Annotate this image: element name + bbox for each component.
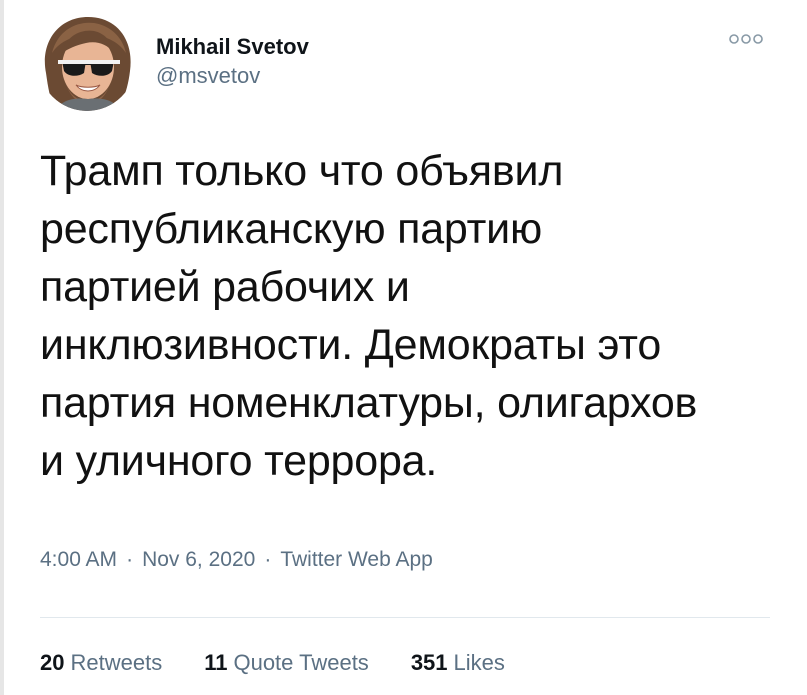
tweet-date[interactable]: Nov 6, 2020 bbox=[142, 548, 255, 572]
more-options-button[interactable] bbox=[726, 28, 766, 50]
tweet-meta: 4:00 AM · Nov 6, 2020 · Twitter Web App bbox=[40, 548, 433, 572]
likes-label: Likes bbox=[453, 650, 505, 675]
tweet-source[interactable]: Twitter Web App bbox=[280, 548, 433, 572]
avatar[interactable] bbox=[38, 13, 136, 111]
tweet-time[interactable]: 4:00 AM bbox=[40, 548, 117, 572]
tweet-text: Трамп только что объявил республиканскую… bbox=[40, 147, 698, 485]
retweets-count: 20 bbox=[40, 650, 65, 675]
author-display-name[interactable]: Mikhail Svetov bbox=[156, 33, 309, 61]
tweet-stats: 20 Retweets 11 Quote Tweets 351 Likes bbox=[40, 650, 547, 676]
quote-tweets-label: Quote Tweets bbox=[233, 650, 369, 675]
quote-tweets-count: 11 bbox=[204, 650, 228, 675]
retweets-label: Retweets bbox=[70, 650, 163, 675]
author-names: Mikhail Svetov @msvetov bbox=[156, 33, 309, 91]
retweets-stat[interactable]: 20 Retweets bbox=[40, 650, 162, 676]
tweet-author: Mikhail Svetov @msvetov bbox=[38, 12, 309, 112]
likes-stat[interactable]: 351 Likes bbox=[411, 650, 505, 676]
author-handle[interactable]: @msvetov bbox=[156, 61, 309, 91]
tweet-card: Mikhail Svetov @msvetov Трамп только что… bbox=[4, 0, 807, 695]
quote-tweets-stat[interactable]: 11 Quote Tweets bbox=[204, 650, 369, 676]
likes-count: 351 bbox=[410, 650, 448, 675]
stats-divider bbox=[40, 617, 770, 618]
more-options-icon bbox=[729, 34, 763, 44]
meta-separator: · bbox=[264, 548, 272, 571]
meta-separator: · bbox=[126, 548, 134, 571]
